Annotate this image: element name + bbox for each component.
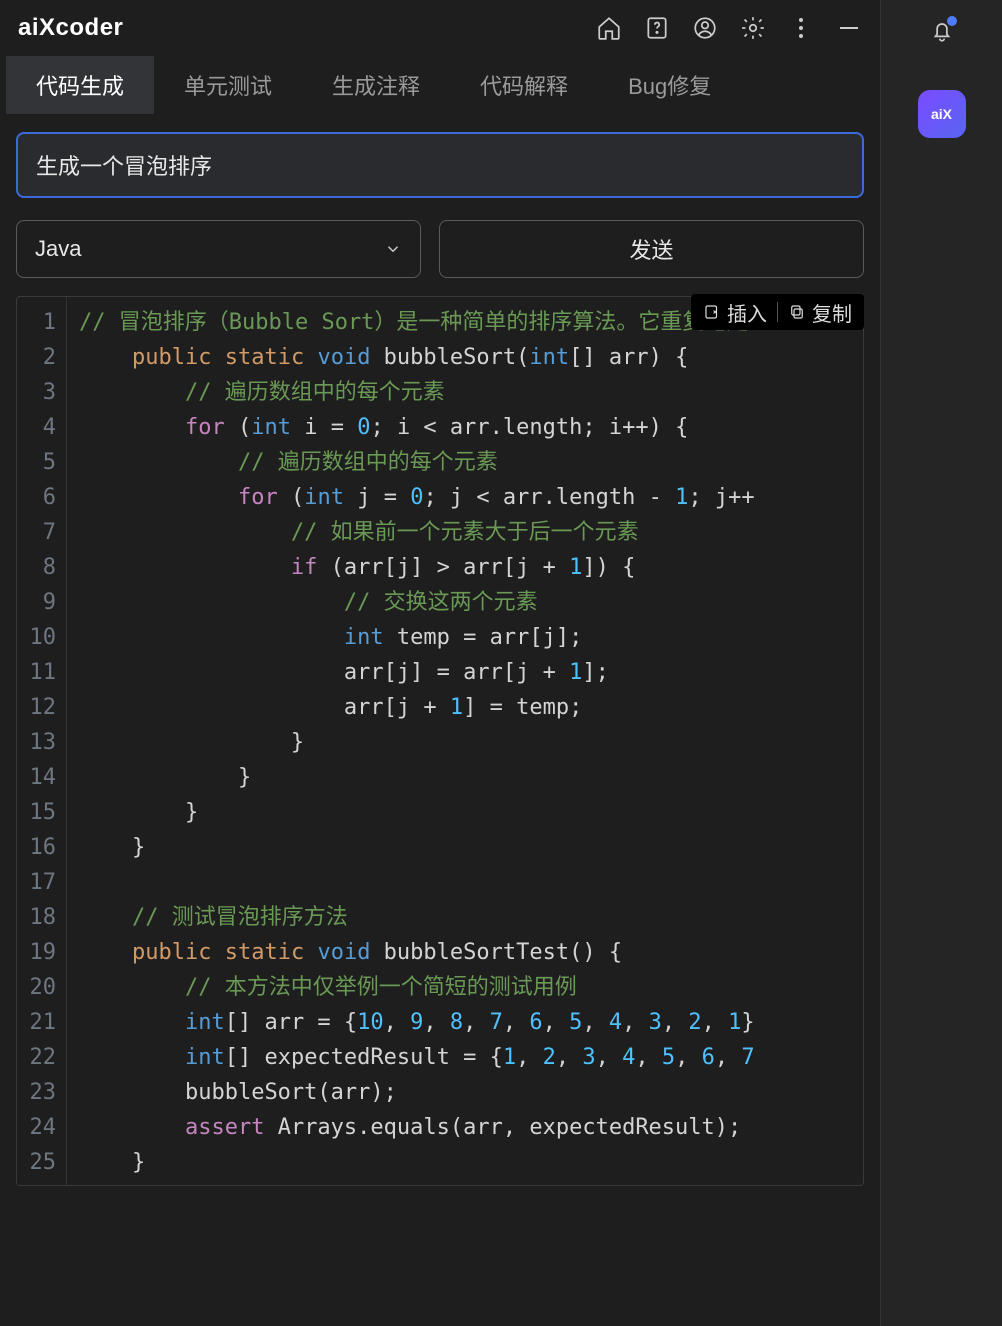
line-number: 1	[23, 305, 56, 340]
code-body[interactable]: // 冒泡排序（Bubble Sort）是一种简单的排序算法。它重复地走 pub…	[67, 297, 863, 1185]
help-icon[interactable]	[644, 15, 670, 41]
code-line: // 测试冒泡排序方法	[79, 900, 863, 935]
line-number: 10	[23, 620, 56, 655]
tab-3[interactable]: 代码解释	[450, 56, 598, 114]
insert-icon	[703, 303, 721, 321]
tab-4[interactable]: Bug修复	[598, 56, 741, 114]
code-action-bar: 插入 复制	[691, 294, 864, 330]
line-number: 12	[23, 690, 56, 725]
settings-icon[interactable]	[740, 15, 766, 41]
line-number: 21	[23, 1005, 56, 1040]
notifications-icon[interactable]	[929, 18, 955, 44]
line-number: 20	[23, 970, 56, 1005]
code-line: // 遍历数组中的每个元素	[79, 375, 863, 410]
line-number: 13	[23, 725, 56, 760]
copy-icon	[788, 303, 806, 321]
prompt-input[interactable]	[16, 132, 864, 198]
language-selected: Java	[35, 236, 81, 262]
more-icon[interactable]	[788, 15, 814, 41]
line-number: 14	[23, 760, 56, 795]
code-line: }	[79, 760, 863, 795]
controls-row: Java 发送	[16, 220, 864, 278]
brand-logo: aiXcoder	[18, 14, 123, 42]
aixcoder-badge[interactable]: aiX	[918, 90, 966, 138]
send-button[interactable]: 发送	[439, 220, 864, 278]
code-line: arr[j] = arr[j + 1];	[79, 655, 863, 690]
code-line: public static void bubbleSortTest() {	[79, 935, 863, 970]
code-line: }	[79, 1145, 863, 1180]
line-number: 11	[23, 655, 56, 690]
line-number: 5	[23, 445, 56, 480]
code-line: arr[j + 1] = temp;	[79, 690, 863, 725]
main-panel: aiXcoder 代码生成单元测试生成注释代码解释Bug修复	[0, 0, 880, 1326]
line-number: 2	[23, 340, 56, 375]
titlebar-icons	[596, 15, 862, 41]
line-number: 9	[23, 585, 56, 620]
action-bar-sep	[777, 302, 778, 322]
copy-label: 复制	[812, 298, 852, 327]
code-line: for (int j = 0; j < arr.length - 1; j++	[79, 480, 863, 515]
code-line: // 如果前一个元素大于后一个元素	[79, 515, 863, 550]
code-line: int[] expectedResult = {1, 2, 3, 4, 5, 6…	[79, 1040, 863, 1075]
code-line: for (int i = 0; i < arr.length; i++) {	[79, 410, 863, 445]
minimize-icon[interactable]	[836, 15, 862, 41]
code-line: }	[79, 795, 863, 830]
line-number: 15	[23, 795, 56, 830]
line-number: 19	[23, 935, 56, 970]
tab-bar: 代码生成单元测试生成注释代码解释Bug修复	[0, 56, 880, 114]
code-line: bubbleSort(arr);	[79, 1075, 863, 1110]
line-number: 16	[23, 830, 56, 865]
line-number: 17	[23, 865, 56, 900]
copy-button[interactable]: 复制	[788, 298, 852, 327]
code-line: }	[79, 725, 863, 760]
code-line: // 遍历数组中的每个元素	[79, 445, 863, 480]
tab-2[interactable]: 生成注释	[302, 56, 450, 114]
notification-badge	[947, 16, 957, 26]
code-editor[interactable]: 1234567891011121314151617181920212223242…	[16, 296, 864, 1186]
home-icon[interactable]	[596, 15, 622, 41]
language-select[interactable]: Java	[16, 220, 421, 278]
tab-0[interactable]: 代码生成	[6, 56, 154, 114]
code-line: int[] arr = {10, 9, 8, 7, 6, 5, 4, 3, 2,…	[79, 1005, 863, 1040]
line-number: 24	[23, 1110, 56, 1145]
aixcoder-badge-label: aiX	[931, 106, 952, 122]
line-number: 18	[23, 900, 56, 935]
code-area: 插入 复制 1234567891011121314151617181920212…	[16, 296, 864, 1326]
account-icon[interactable]	[692, 15, 718, 41]
code-line	[79, 865, 863, 900]
code-line: int temp = arr[j];	[79, 620, 863, 655]
line-number: 25	[23, 1145, 56, 1180]
titlebar: aiXcoder	[0, 0, 880, 56]
tab-1[interactable]: 单元测试	[154, 56, 302, 114]
code-line: // 交换这两个元素	[79, 585, 863, 620]
line-number: 6	[23, 480, 56, 515]
line-number: 4	[23, 410, 56, 445]
code-line: public static void bubbleSort(int[] arr)…	[79, 340, 863, 375]
line-gutter: 1234567891011121314151617181920212223242…	[17, 297, 67, 1185]
line-number: 23	[23, 1075, 56, 1110]
line-number: 22	[23, 1040, 56, 1075]
code-line: }	[79, 830, 863, 865]
right-rail: aiX	[880, 0, 1002, 1326]
code-line: // 本方法中仅举例一个简短的测试用例	[79, 970, 863, 1005]
line-number: 3	[23, 375, 56, 410]
code-line: assert Arrays.equals(arr, expectedResult…	[79, 1110, 863, 1145]
send-button-label: 发送	[629, 233, 673, 265]
line-number: 8	[23, 550, 56, 585]
chevron-down-icon	[384, 240, 402, 258]
insert-button[interactable]: 插入	[703, 298, 767, 327]
line-number: 7	[23, 515, 56, 550]
code-line: if (arr[j] > arr[j + 1]) {	[79, 550, 863, 585]
content-area: Java 发送 插入 复制 12345678910111213141	[0, 114, 880, 1326]
insert-label: 插入	[727, 298, 767, 327]
